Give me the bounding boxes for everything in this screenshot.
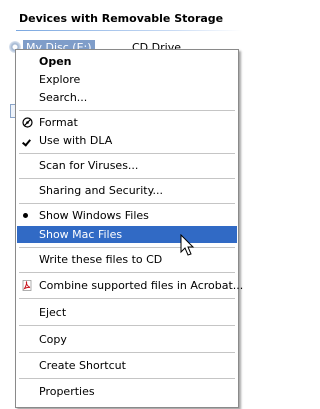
menu-item-label: Search... [39, 91, 88, 104]
menu-separator [19, 153, 235, 154]
menu-item-label: Combine supported files in Acrobat... [39, 279, 244, 292]
menu-item-label: Explore [39, 73, 81, 86]
menu-item-show-windows-files[interactable]: Show Windows Files [17, 207, 237, 224]
menu-item-label: Eject [39, 306, 67, 319]
menu-item-combine-acrobat[interactable]: Combine supported files in Acrobat... [17, 277, 243, 294]
menu-item-label: Scan for Viruses... [39, 159, 139, 172]
menu-item-eject[interactable]: Eject [17, 304, 237, 321]
mouse-pointer-icon [180, 234, 195, 256]
context-menu: Open Explore Search... Format Use with D… [15, 49, 243, 408]
menu-item-label: Show Windows Files [39, 209, 149, 222]
menu-item-label: Use with DLA [39, 134, 113, 147]
menu-separator [19, 178, 235, 179]
menu-item-properties[interactable]: Properties [17, 383, 237, 400]
radio-bullet-icon [23, 213, 28, 218]
menu-item-write-to-cd[interactable]: Write these files to CD [17, 251, 237, 268]
menu-item-copy[interactable]: Copy [17, 331, 237, 348]
menu-item-label: Open [39, 55, 72, 68]
format-icon [22, 117, 33, 128]
menu-item-label: Create Shortcut [39, 359, 126, 372]
menu-separator [19, 272, 235, 273]
menu-separator [19, 378, 235, 379]
menu-item-use-with-dla[interactable]: Use with DLA [17, 132, 237, 149]
menu-separator [19, 110, 235, 111]
menu-item-sharing-security[interactable]: Sharing and Security... [17, 182, 237, 199]
menu-item-format[interactable]: Format [17, 114, 237, 131]
menu-separator [19, 298, 235, 299]
acrobat-icon [22, 280, 32, 291]
menu-item-explore[interactable]: Explore [17, 71, 237, 88]
menu-separator [19, 247, 235, 248]
menu-item-label: Properties [39, 385, 95, 398]
menu-item-label: Format [39, 116, 78, 129]
menu-item-show-mac-files[interactable]: Show Mac Files [17, 226, 237, 243]
checkmark-icon [22, 137, 31, 147]
menu-item-open[interactable]: Open [17, 53, 237, 70]
menu-item-create-shortcut[interactable]: Create Shortcut [17, 357, 237, 374]
menu-item-label: Sharing and Security... [39, 184, 164, 197]
group-divider [16, 30, 242, 31]
menu-item-scan-viruses[interactable]: Scan for Viruses... [17, 157, 237, 174]
group-title: Devices with Removable Storage [19, 12, 224, 25]
menu-item-label: Write these files to CD [39, 253, 163, 266]
menu-item-search[interactable]: Search... [17, 89, 237, 106]
group-header: Devices with Removable Storage [0, 0, 242, 38]
menu-item-label: Copy [39, 333, 67, 346]
menu-item-label: Show Mac Files [39, 228, 123, 241]
menu-separator [19, 203, 235, 204]
menu-separator [19, 352, 235, 353]
menu-separator [19, 325, 235, 326]
